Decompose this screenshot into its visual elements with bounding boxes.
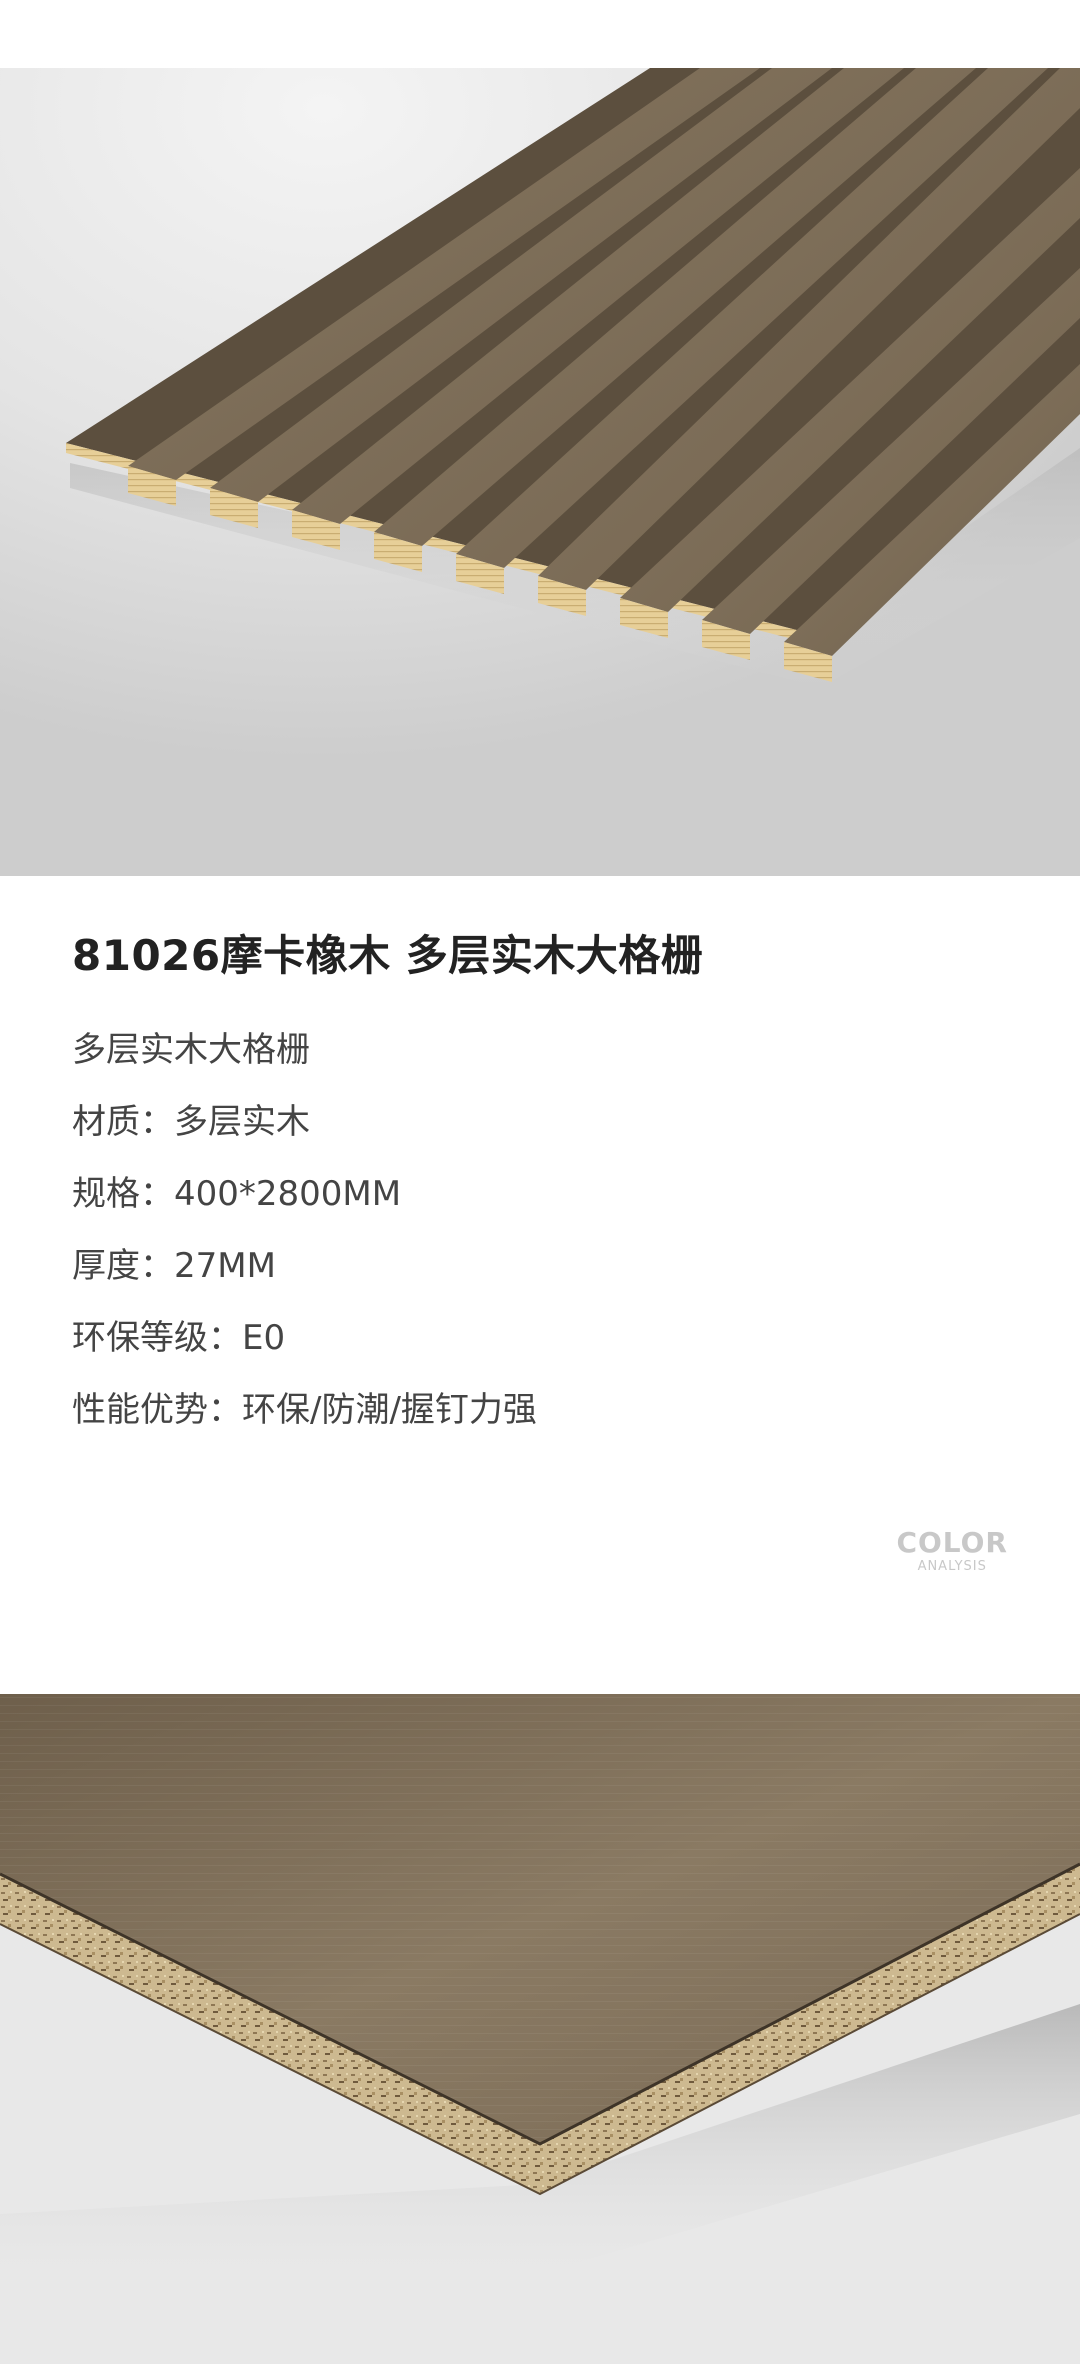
color-analysis-badge: COLOR ANALYSIS (896, 1528, 1008, 1576)
board-cross-section-image (0, 1694, 1080, 2364)
badge-main-text: COLOR (896, 1526, 1008, 1559)
badge-sub-text: ANALYSIS (917, 1559, 987, 1574)
product-title: 81026摩卡橡木 多层实木大格栅 (72, 931, 704, 980)
product-info: 81026摩卡橡木 多层实木大格栅 多层实木大格栅 材质：多层实木 规格：400… (72, 928, 1012, 1446)
spec-eco-grade-label: 环保等级： (72, 1318, 242, 1358)
spec-eco-grade-value: E0 (242, 1318, 286, 1358)
spec-material-value: 多层实木 (174, 1102, 310, 1142)
spec-thickness-value: 27MM (174, 1246, 276, 1286)
spec-material: 材质：多层实木 (72, 1086, 1012, 1158)
spec-material-label: 材质： (72, 1102, 174, 1142)
spec-eco-grade: 环保等级：E0 (72, 1302, 1012, 1374)
board-illustration (0, 1694, 1080, 2294)
slat-panel-illustration (66, 68, 1080, 688)
spec-size: 规格：400*2800MM (72, 1158, 1012, 1230)
spec-size-value: 400*2800MM (174, 1174, 402, 1214)
spec-advantages-value: 环保/防潮/握钉力强 (242, 1390, 537, 1430)
spec-thickness-label: 厚度： (72, 1246, 174, 1286)
slat-panel-image (0, 68, 1080, 876)
spec-thickness: 厚度：27MM (72, 1230, 1012, 1302)
spec-advantages-label: 性能优势： (72, 1390, 242, 1430)
spec-advantages: 性能优势：环保/防潮/握钉力强 (72, 1374, 1012, 1446)
product-subtitle: 多层实木大格栅 (72, 1030, 310, 1070)
spec-size-label: 规格： (72, 1174, 174, 1214)
